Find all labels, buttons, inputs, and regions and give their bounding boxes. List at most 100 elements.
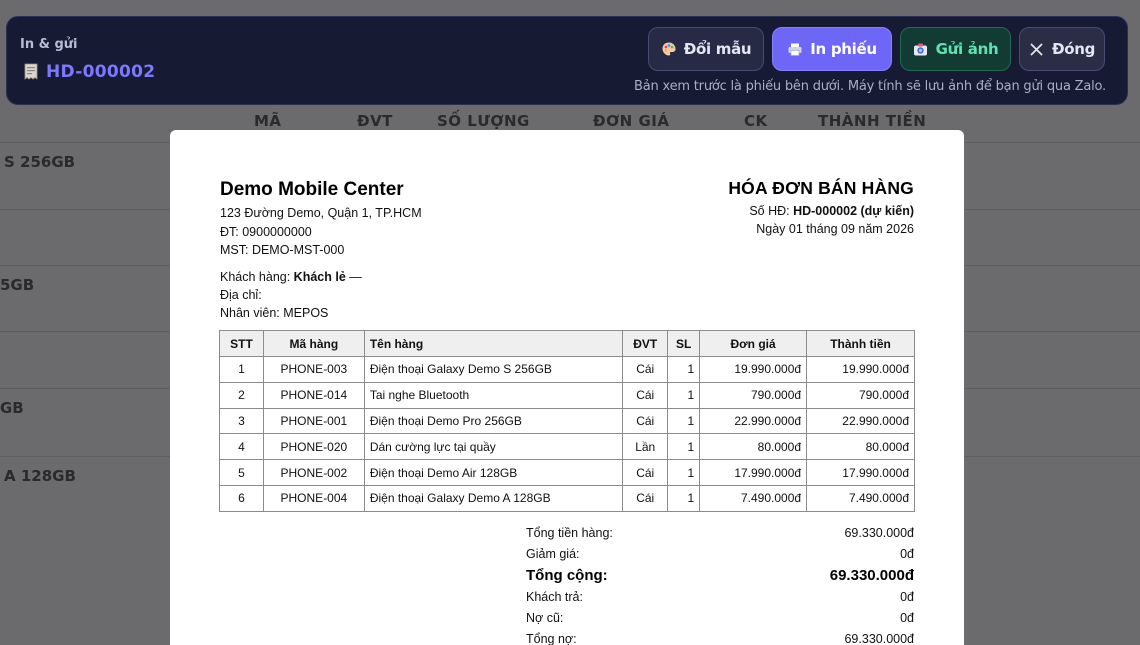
cell-price: 19.990.000đ: [699, 356, 808, 383]
cell-name: Dán cường lực tại quầy: [363, 433, 624, 461]
cell-qty: 1: [667, 433, 701, 461]
store-phone: ĐT: 0900000000: [220, 225, 312, 239]
cell-stt: 6: [219, 484, 264, 512]
cell-total: 19.990.000đ: [806, 356, 915, 383]
col-code: Mã hàng: [262, 330, 365, 357]
bg-divider: [964, 331, 1140, 332]
cell-stt: 2: [219, 381, 264, 409]
table-header-row: STT Mã hàng Tên hàng ĐVT SL Đơn giá Thàn…: [219, 330, 915, 357]
bg-row: 5GB: [0, 265, 170, 331]
bg-row: [0, 331, 170, 388]
bg-col-code: MÃ: [254, 112, 282, 130]
invoice-items-table: STT Mã hàng Tên hàng ĐVT SL Đơn giá Thàn…: [219, 330, 915, 512]
close-button[interactable]: Đóng: [1019, 27, 1105, 71]
change-template-button[interactable]: Đổi mẫu: [648, 27, 764, 71]
grand-total-value: 69.330.000đ: [829, 566, 914, 584]
bg-divider: [964, 142, 1140, 143]
print-button[interactable]: In phiếu: [772, 27, 892, 71]
col-qty: SL: [667, 330, 701, 357]
paid-label: Khách trả:: [526, 589, 583, 604]
customer-label: Khách hàng:: [220, 270, 294, 284]
invoice-preview: Demo Mobile Center 123 Đường Demo, Quận …: [170, 130, 964, 645]
bg-col-discount: CK: [744, 112, 768, 130]
cell-total: 790.000đ: [806, 381, 915, 409]
col-unit: ĐVT: [622, 330, 669, 357]
bg-row: S 256GB: [0, 142, 170, 209]
invoice-date: Ngày 01 tháng 09 năm 2026: [756, 222, 914, 236]
staff-name: Nhân viên: MEPOS: [220, 306, 329, 320]
cell-unit: Cái: [622, 484, 669, 512]
invoice-title: HÓA ĐƠN BÁN HÀNG: [728, 178, 914, 198]
cell-stt: 3: [219, 407, 264, 435]
col-stt: STT: [219, 330, 264, 357]
discount-row: Giảm giá: 0đ: [526, 543, 914, 564]
cell-unit: Cái: [622, 381, 669, 409]
invoice-number: Số HĐ: HD-000002 (dự kiến): [749, 204, 914, 218]
cell-qty: 1: [667, 484, 701, 512]
cell-total: 17.990.000đ: [806, 459, 915, 486]
invoice-code: HD-000002: [24, 62, 155, 82]
cell-name: Tai nghe Bluetooth: [363, 381, 624, 409]
table-row: 6 PHONE-004 Điện thoại Galaxy Demo A 128…: [219, 484, 915, 512]
col-total: Thành tiền: [806, 330, 915, 357]
cell-unit: Cái: [622, 459, 669, 486]
bg-col-unit: ĐVT: [357, 112, 393, 130]
discount-value: 0đ: [900, 546, 914, 561]
print-send-toolbar: In & gửi HD-000002 Đổi mẫu In phiếu Gửi …: [6, 16, 1128, 105]
total-goods-row: Tổng tiền hàng: 69.330.000đ: [526, 522, 914, 543]
receipt-icon: [24, 63, 38, 81]
bg-divider: [964, 456, 1140, 457]
table-row: 5 PHONE-002 Điện thoại Demo Air 128GB Cá…: [219, 459, 915, 486]
bg-col-total: THÀNH TIỀN: [818, 112, 927, 130]
cell-stt: 5: [219, 459, 264, 486]
cell-price: 80.000đ: [699, 433, 808, 461]
camera-icon: [913, 41, 929, 57]
cell-stt: 4: [219, 433, 264, 461]
grand-total-row: Tổng cộng: 69.330.000đ: [526, 564, 914, 586]
cell-code: PHONE-003: [262, 356, 365, 383]
cell-code: PHONE-001: [262, 407, 365, 435]
cell-code: PHONE-002: [262, 459, 365, 486]
invoice-totals: Tổng tiền hàng: 69.330.000đ Giảm giá: 0đ…: [526, 522, 914, 645]
table-row: 1 PHONE-003 Điện thoại Galaxy Demo S 256…: [219, 356, 915, 383]
bg-divider: [964, 209, 1140, 210]
total-debt-label: Tổng nợ:: [526, 632, 577, 645]
bg-row: GB: [0, 388, 170, 456]
close-label: Đóng: [1051, 40, 1096, 58]
cell-unit: Cái: [622, 356, 669, 383]
invoice-code-text: HD-000002: [46, 62, 156, 82]
cell-name: Điện thoại Galaxy Demo A 128GB: [363, 484, 624, 512]
bg-divider: [964, 265, 1140, 266]
cell-name: Điện thoại Demo Air 128GB: [363, 459, 624, 486]
cell-qty: 1: [667, 459, 701, 486]
cell-total: 7.490.000đ: [806, 484, 915, 512]
cell-unit: Lần: [622, 433, 669, 461]
cell-total: 22.990.000đ: [806, 407, 915, 435]
cell-unit: Cái: [622, 407, 669, 435]
cell-price: 22.990.000đ: [699, 407, 808, 435]
printer-icon: [787, 41, 803, 57]
bg-divider: [964, 388, 1140, 389]
store-address: 123 Đường Demo, Quận 1, TP.HCM: [220, 206, 422, 220]
store-tax-id: MST: DEMO-MST-000: [220, 243, 345, 257]
cell-code: PHONE-014: [262, 381, 365, 409]
invoice-number-label: Số HĐ:: [749, 204, 794, 218]
change-template-label: Đổi mẫu: [683, 40, 752, 58]
total-debt-value: 69.330.000đ: [844, 632, 914, 645]
toolbar-buttons: Đổi mẫu In phiếu Gửi ảnh Đóng: [648, 27, 1105, 71]
col-name: Tên hàng: [363, 330, 624, 357]
background-table-header: MÃ ĐVT SỐ LƯỢNG ĐƠN GIÁ CK THÀNH TIỀN: [0, 112, 1140, 132]
cell-code: PHONE-020: [262, 433, 365, 461]
palette-icon: [661, 41, 677, 57]
send-image-label: Gửi ảnh: [935, 40, 999, 58]
invoice-number-value: HD-000002 (dự kiến): [793, 204, 914, 218]
cell-stt: 1: [219, 356, 264, 383]
old-debt-value: 0đ: [900, 611, 914, 626]
preview-hint: Bản xem trước là phiếu bên dưới. Máy tín…: [634, 79, 1106, 94]
old-debt-label: Nợ cũ:: [526, 611, 564, 626]
store-name: Demo Mobile Center: [220, 179, 404, 200]
paid-value: 0đ: [900, 589, 914, 604]
old-debt-row: Nợ cũ: 0đ: [526, 608, 914, 629]
send-image-button[interactable]: Gửi ảnh: [900, 27, 1011, 71]
toolbar-title: In & gửi: [20, 37, 78, 52]
